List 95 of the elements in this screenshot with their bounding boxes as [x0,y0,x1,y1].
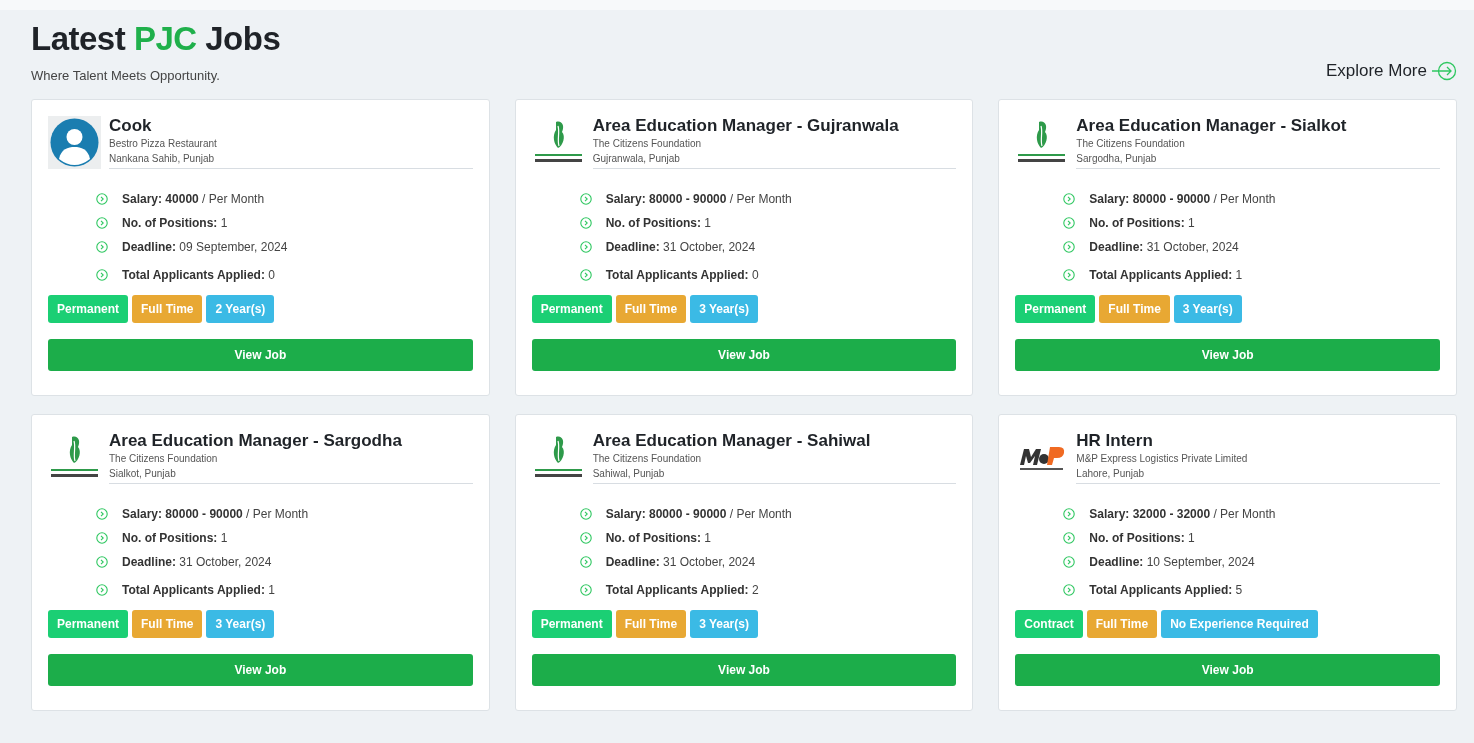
job-detail: No. of Positions: 1 [605,531,711,545]
chevron-circle-icon [1063,532,1076,544]
chevron-circle-icon [1063,508,1076,520]
job-location: Sialkot, Punjab [109,468,177,479]
job-title: Area Education Manager - Gujranwala [592,116,900,136]
chevron-circle-icon [1063,556,1076,568]
job-tag: Full Time [1086,610,1158,638]
arrow-circle-icon [1431,61,1457,81]
company-name: Bestro Pizza Restaurant [109,138,218,149]
job-detail: Total Applicants Applied: 1 [1089,268,1243,282]
explore-more-link[interactable]: Explore More [1325,61,1457,81]
job-title: HR Intern [1076,431,1154,451]
chevron-circle-icon [96,508,108,520]
chevron-circle-icon [579,556,592,568]
chevron-circle-icon [1063,241,1076,253]
job-detail: Salary: 40000 / Per Month [122,192,265,206]
view-job-button[interactable]: View Job [1015,339,1440,371]
job-detail: Salary: 80000 - 90000 / Per Month [605,507,792,521]
chevron-circle-icon [579,508,592,520]
job-detail: No. of Positions: 1 [122,531,228,545]
job-tag: Contract [1015,610,1083,638]
view-job-button[interactable]: View Job [48,339,473,371]
job-tag: Full Time [615,610,687,638]
job-detail: Total Applicants Applied: 5 [1089,583,1243,597]
chevron-circle-icon [579,584,592,596]
chevron-circle-icon [96,269,108,281]
job-location: Sahiwal, Punjab [592,468,666,479]
job-location: Gujranwala, Punjab [592,153,681,164]
job-detail: Deadline: 31 October, 2024 [122,555,272,569]
job-detail: Deadline: 09 September, 2024 [122,240,288,254]
company-name: M&P Express Logistics Private Limited [1076,453,1249,464]
job-detail: No. of Positions: 1 [1089,531,1195,545]
chevron-circle-icon [1063,193,1076,205]
chevron-circle-icon [96,584,108,596]
job-detail: Deadline: 31 October, 2024 [605,555,756,569]
chevron-circle-icon [96,217,108,229]
job-tag: Permanent [48,610,129,638]
job-detail: Salary: 80000 - 90000 / Per Month [1089,192,1276,206]
chevron-circle-icon [579,532,592,544]
job-tag: No Experience Required [1161,610,1318,638]
view-job-button[interactable]: View Job [48,654,473,686]
page-title: Latest PJC Jobs [31,20,281,58]
chevron-circle-icon [579,193,592,205]
job-tag: Full Time [132,295,203,323]
view-job-button[interactable]: View Job [531,339,957,371]
job-detail: Deadline: 31 October, 2024 [605,240,756,254]
job-detail: Total Applicants Applied: 0 [122,268,275,282]
job-tag: Full Time [132,610,203,638]
job-tag: Permanent [531,295,612,323]
job-location: Lahore, Punjab [1076,468,1146,479]
job-tag: 3 Year(s) [690,610,758,638]
job-detail: No. of Positions: 1 [1089,216,1195,230]
chevron-circle-icon [579,269,592,281]
job-detail: Deadline: 31 October, 2024 [1089,240,1239,254]
chevron-circle-icon [96,532,108,544]
chevron-circle-icon [1063,217,1076,229]
chevron-circle-icon [96,241,108,253]
job-detail: Total Applicants Applied: 1 [122,583,275,597]
job-detail: Total Applicants Applied: 0 [605,268,759,282]
company-name: The Citizens Foundation [592,138,703,149]
job-detail: Deadline: 10 September, 2024 [1089,555,1255,569]
view-job-button[interactable]: View Job [1015,654,1440,686]
job-tag: 3 Year(s) [1173,295,1242,323]
chevron-circle-icon [579,217,592,229]
job-tag: Permanent [1015,295,1096,323]
company-name: The Citizens Foundation [592,453,703,464]
chevron-circle-icon [96,556,108,568]
job-tag: Full Time [615,295,687,323]
chevron-circle-icon [1063,269,1076,281]
avatar-icon [48,116,101,169]
job-tag: Permanent [48,295,129,323]
chevron-circle-icon [579,241,592,253]
job-detail: Salary: 80000 - 90000 / Per Month [122,507,309,521]
job-title: Cook [109,116,153,136]
job-tag: Full Time [1099,295,1170,323]
chevron-circle-icon [96,193,108,205]
view-job-button[interactable]: View Job [531,654,957,686]
job-title: Area Education Manager - Sahiwal [592,431,872,451]
job-detail: No. of Positions: 1 [122,216,228,230]
company-name: The Citizens Foundation [109,453,219,464]
job-detail: Salary: 80000 - 90000 / Per Month [605,192,792,206]
page-subtitle: Where Talent Meets Opportunity. [31,68,221,83]
job-title: Area Education Manager - Sargodha [109,431,403,451]
company-name: The Citizens Foundation [1076,138,1186,149]
job-detail: Total Applicants Applied: 2 [605,583,759,597]
job-detail: Salary: 32000 - 32000 / Per Month [1089,507,1276,521]
job-detail: No. of Positions: 1 [605,216,711,230]
chevron-circle-icon [1063,584,1076,596]
job-tag: 3 Year(s) [206,610,275,638]
job-location: Sargodha, Punjab [1076,153,1158,164]
job-tag: 2 Year(s) [206,295,275,323]
job-tag: 3 Year(s) [690,295,758,323]
job-tag: Permanent [531,610,612,638]
job-title: Area Education Manager - Sialkot [1076,116,1348,136]
job-location: Nankana Sahib, Punjab [109,153,216,164]
